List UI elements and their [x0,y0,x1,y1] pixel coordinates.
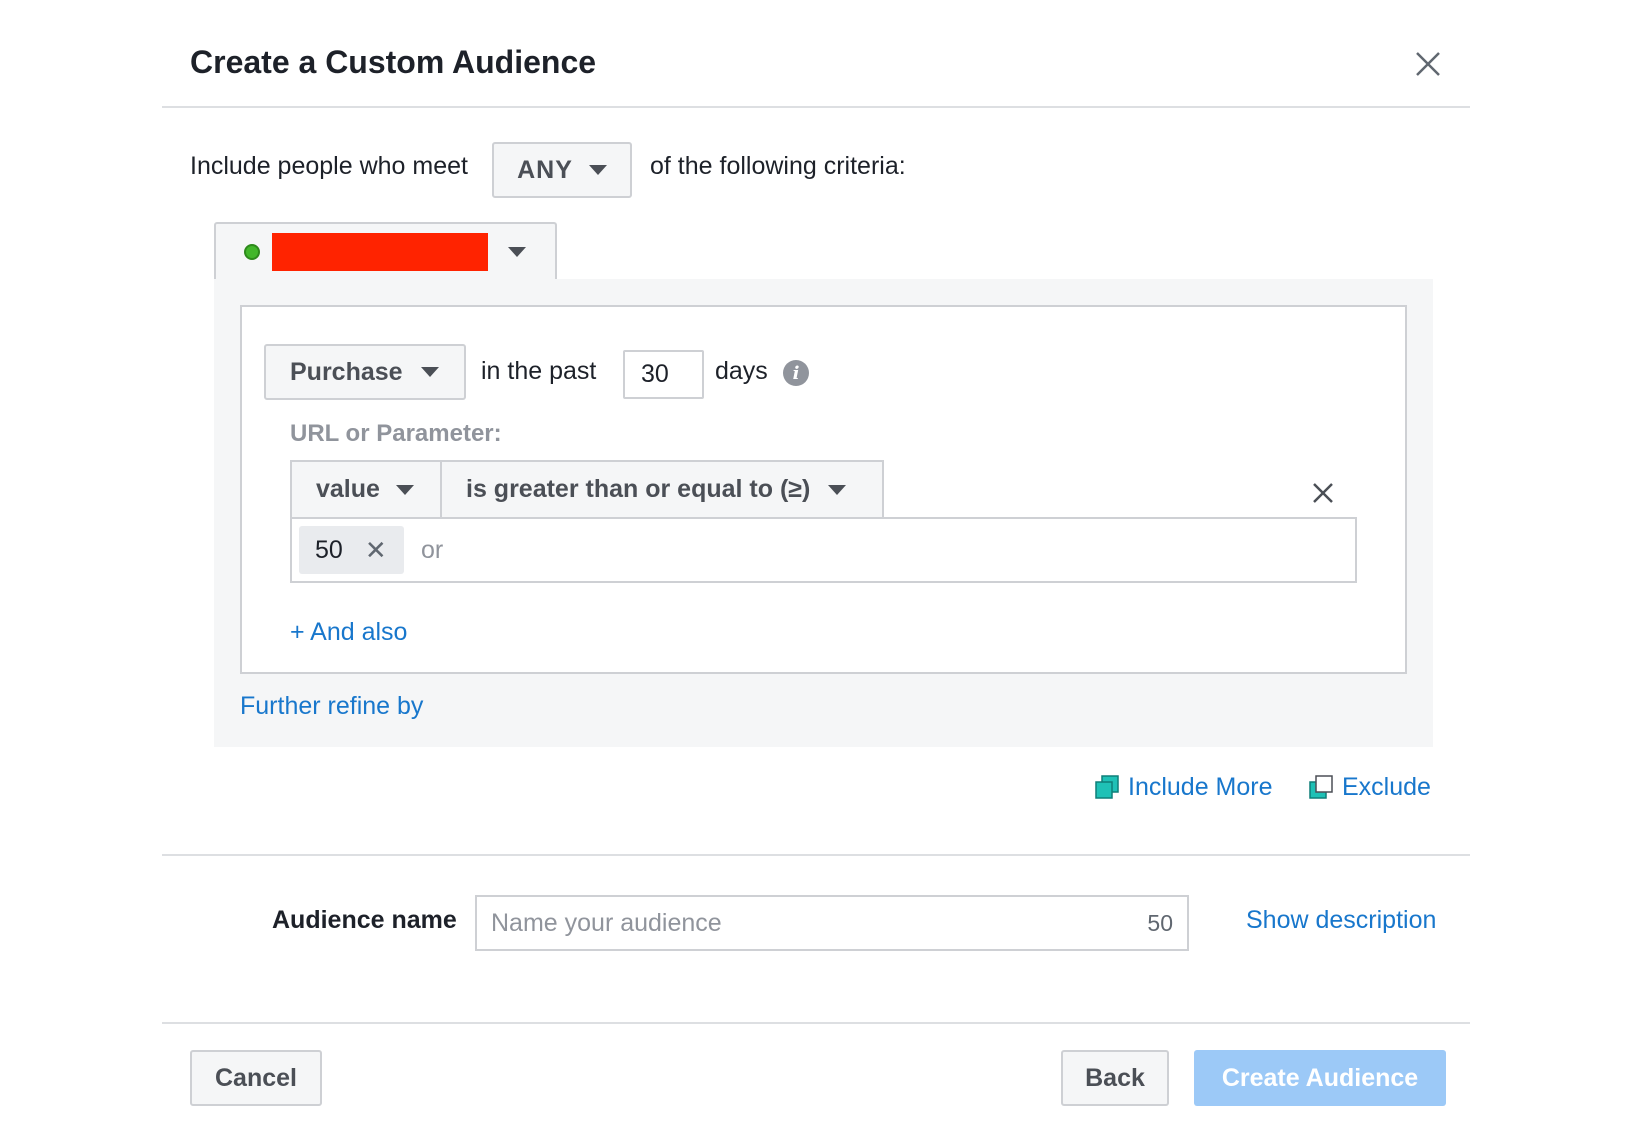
show-description-link[interactable]: Show description [1246,906,1436,935]
days-value: 30 [641,360,669,388]
days-input[interactable]: 30 [623,350,704,399]
chevron-down-icon [395,484,414,495]
further-refine-link[interactable]: Further refine by [240,692,423,721]
include-more-button[interactable]: Include More [1094,773,1273,802]
and-also-link[interactable]: + And also [290,618,407,647]
value-token-input[interactable]: 50 ✕ or [290,517,1357,583]
param-key-label: value [316,475,380,503]
create-audience-button[interactable]: Create Audience [1194,1050,1446,1106]
char-counter: 50 [1147,909,1173,936]
criteria-suffix: of the following criteria: [650,152,906,180]
info-icon[interactable]: i [783,360,809,386]
param-key-dropdown[interactable]: value [292,462,442,517]
token-label: 50 [315,535,343,564]
match-mode-label: ANY [517,155,573,184]
match-mode-dropdown[interactable]: ANY [492,142,632,198]
criteria-prefix: Include people who meet [190,152,468,180]
event-dropdown[interactable]: Purchase [264,344,466,400]
param-label: URL or Parameter: [290,420,502,447]
audience-name-input[interactable] [491,908,1091,938]
section-divider [162,854,1470,856]
or-label: or [421,535,444,564]
chevron-down-icon [588,165,607,175]
days-label: days [715,357,768,385]
chevron-down-icon [508,247,526,257]
close-icon [1416,52,1440,76]
close-icon [1313,483,1333,503]
operator-dropdown[interactable]: is greater than or equal to (≥) [442,462,882,517]
cancel-button[interactable]: Cancel [190,1050,322,1106]
remove-condition-button[interactable] [1310,480,1336,506]
exclude-button[interactable]: Exclude [1308,773,1431,802]
value-token: 50 ✕ [299,526,404,574]
exclude-label: Exclude [1342,773,1431,801]
redacted-source-name [272,233,488,271]
include-more-label: Include More [1128,773,1273,801]
source-dropdown[interactable] [214,222,557,280]
header-divider [162,106,1470,108]
exclude-icon [1308,774,1334,801]
close-dialog-button[interactable] [1408,44,1448,84]
condition-selector: value is greater than or equal to (≥) [290,460,884,517]
footer-divider [162,1022,1470,1024]
include-icon [1094,774,1120,801]
back-button[interactable]: Back [1061,1050,1169,1106]
chevron-down-icon [420,367,439,377]
remove-token-icon[interactable]: ✕ [365,535,387,566]
status-dot-icon [244,244,260,260]
audience-name-label: Audience name [272,906,457,934]
in-the-past-label: in the past [481,357,597,385]
event-label: Purchase [290,357,403,386]
chevron-down-icon [828,484,847,495]
audience-name-field[interactable]: 50 [475,895,1189,951]
operator-label: is greater than or equal to (≥) [466,475,811,503]
dialog-title: Create a Custom Audience [190,44,597,80]
